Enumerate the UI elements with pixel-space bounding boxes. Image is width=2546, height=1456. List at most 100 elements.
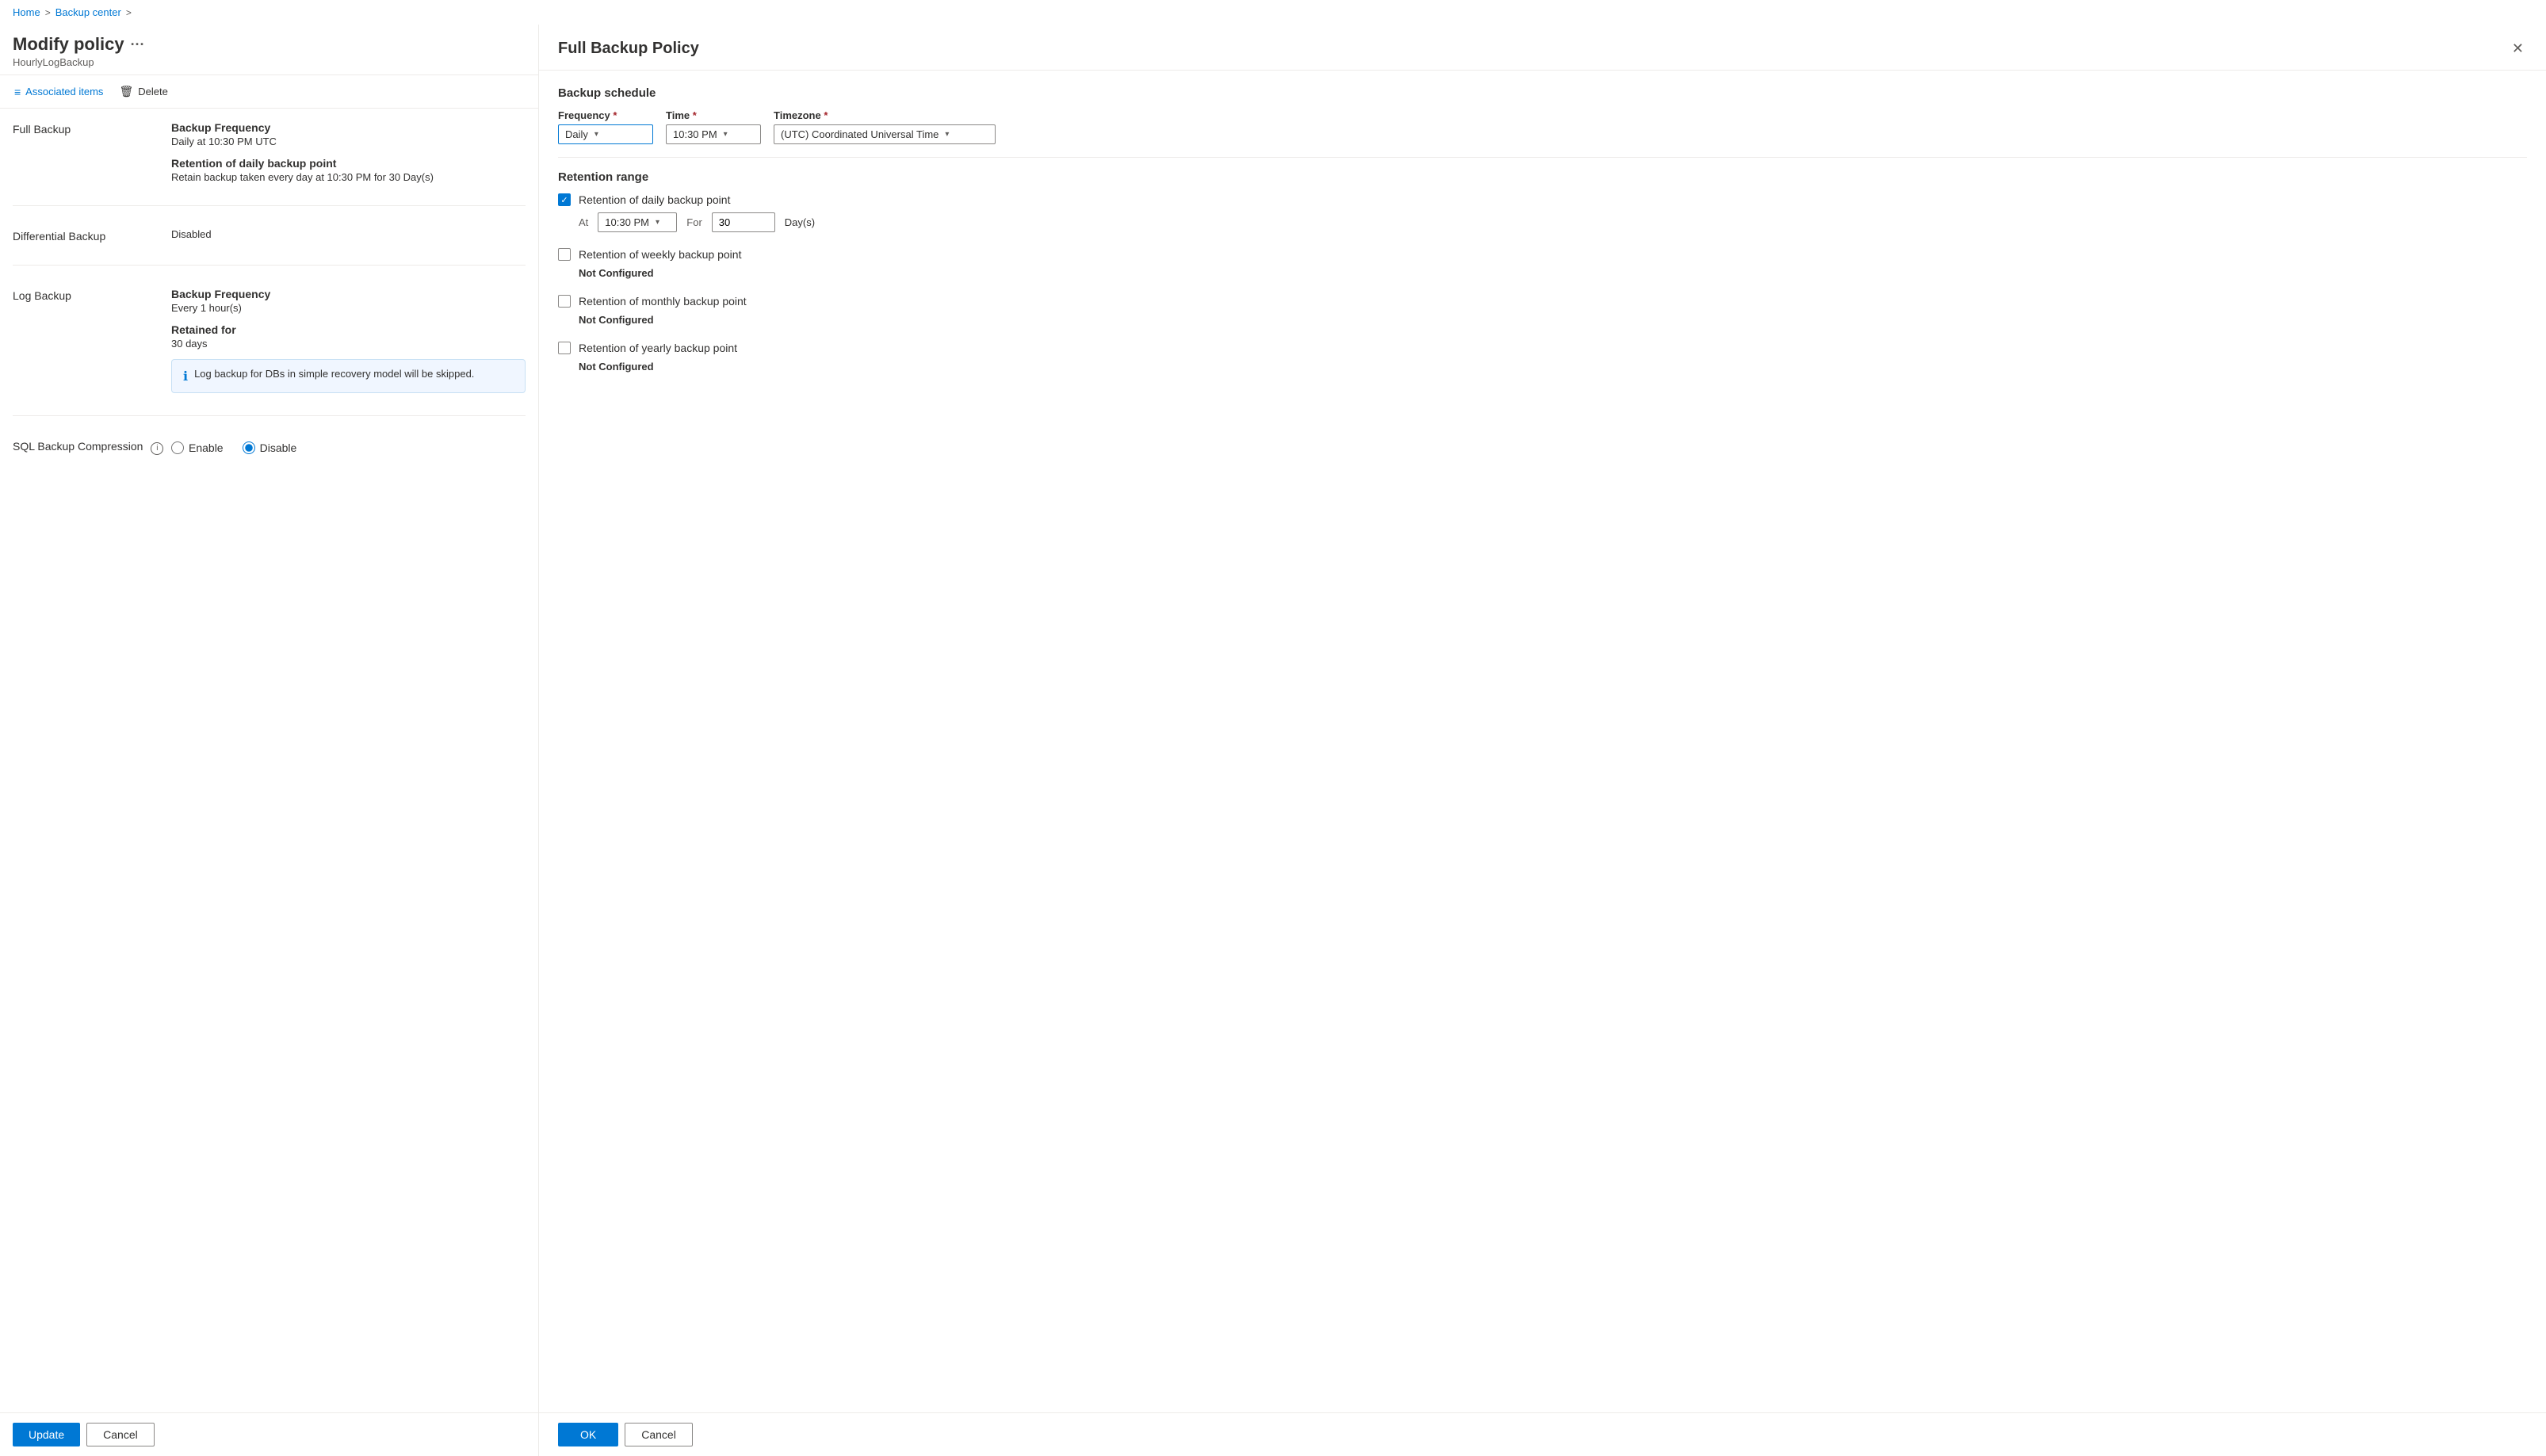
daily-retention-config: At 10:30 PM ▾ For 30 Day(s) <box>579 212 2527 232</box>
disable-radio-option[interactable]: Disable <box>243 441 297 454</box>
page-title-row: Modify policy ··· <box>13 34 526 55</box>
frequency-select[interactable]: Daily ▾ <box>558 124 653 144</box>
monthly-retention-item: Retention of monthly backup point Not Co… <box>558 295 2527 326</box>
log-retained-title: Retained for <box>171 323 526 336</box>
weekly-retention-header: Retention of weekly backup point <box>558 248 2527 261</box>
panel-header: Full Backup Policy ✕ <box>539 25 2546 71</box>
ok-button[interactable]: OK <box>558 1423 618 1446</box>
frequency-group: Frequency * Daily ▾ <box>558 109 653 144</box>
list-icon: ≡ <box>14 86 21 98</box>
left-panel: Modify policy ··· HourlyLogBackup ≡ Asso… <box>0 25 539 1456</box>
left-content: Full Backup Backup Frequency Daily at 10… <box>0 109 538 1412</box>
monthly-retention-header: Retention of monthly backup point <box>558 295 2527 308</box>
yearly-not-configured: Not Configured <box>579 361 2527 373</box>
panel-title: Full Backup Policy <box>558 40 699 58</box>
close-button[interactable]: ✕ <box>2509 37 2527 60</box>
sql-compression-details: Enable Disable <box>171 438 526 455</box>
timezone-select[interactable]: (UTC) Coordinated Universal Time ▾ <box>774 124 996 144</box>
left-cancel-button[interactable]: Cancel <box>86 1423 155 1446</box>
more-options-button[interactable]: ··· <box>131 36 145 53</box>
yearly-checkbox[interactable] <box>558 342 571 354</box>
backup-freq-value: Daily at 10:30 PM UTC <box>171 136 526 147</box>
for-label: For <box>686 216 702 228</box>
right-cancel-button[interactable]: Cancel <box>625 1423 693 1446</box>
differential-backup-section: Differential Backup Disabled <box>13 228 526 266</box>
associated-items-label: Associated items <box>25 86 103 97</box>
delete-button[interactable]: 🗑 Delete <box>117 82 169 101</box>
time-required: * <box>693 109 697 121</box>
breadcrumb-backup-center[interactable]: Backup center <box>55 6 121 18</box>
time-chevron: ▾ <box>724 130 728 139</box>
frequency-label: Frequency * <box>558 109 653 121</box>
page-title: Modify policy <box>13 34 124 55</box>
breadcrumb: Home > Backup center > <box>0 0 2546 25</box>
subtitle: HourlyLogBackup <box>13 56 526 68</box>
enable-radio[interactable] <box>171 441 184 454</box>
log-freq-title: Backup Frequency <box>171 288 526 300</box>
time-group: Time * 10:30 PM ▾ <box>666 109 761 144</box>
frequency-value: Daily <box>565 128 588 140</box>
toolbar: ≡ Associated items 🗑 Delete <box>0 75 538 108</box>
weekly-checkbox[interactable] <box>558 248 571 261</box>
daily-for-input[interactable]: 30 <box>712 212 775 232</box>
breadcrumb-sep1: > <box>45 7 51 18</box>
log-retained-value: 30 days <box>171 338 526 350</box>
log-backup-section: Log Backup Backup Frequency Every 1 hour… <box>13 288 526 416</box>
retention-daily-value: Retain backup taken every day at 10:30 P… <box>171 171 526 183</box>
differential-backup-details: Disabled <box>171 228 526 243</box>
update-button[interactable]: Update <box>13 1423 80 1446</box>
disable-radio[interactable] <box>243 441 255 454</box>
daily-retention-label: Retention of daily backup point <box>579 193 730 206</box>
monthly-retention-label: Retention of monthly backup point <box>579 295 747 308</box>
daily-at-select[interactable]: 10:30 PM ▾ <box>598 212 677 232</box>
associated-items-button[interactable]: ≡ Associated items <box>13 82 105 101</box>
compression-radio-group: Enable Disable <box>171 441 526 454</box>
frequency-required: * <box>613 109 617 121</box>
enable-label: Enable <box>189 441 224 454</box>
right-panel: Full Backup Policy ✕ Backup schedule Fre… <box>539 25 2546 1456</box>
monthly-not-configured: Not Configured <box>579 314 2527 326</box>
disable-label: Disable <box>260 441 297 454</box>
timezone-required: * <box>824 109 828 121</box>
compression-info-icon[interactable]: i <box>151 442 163 455</box>
log-freq-value: Every 1 hour(s) <box>171 302 526 314</box>
daily-days-label: Day(s) <box>785 216 815 228</box>
retention-daily-title: Retention of daily backup point <box>171 157 526 170</box>
full-backup-section: Full Backup Backup Frequency Daily at 10… <box>13 121 526 206</box>
monthly-checkbox[interactable] <box>558 295 571 308</box>
backup-schedule-heading: Backup schedule <box>558 86 2527 100</box>
full-backup-details: Backup Frequency Daily at 10:30 PM UTC R… <box>171 121 526 183</box>
daily-retention-item: ✓ Retention of daily backup point At 10:… <box>558 193 2527 232</box>
time-select[interactable]: 10:30 PM ▾ <box>666 124 761 144</box>
daily-at-value: 10:30 PM <box>605 216 649 228</box>
weekly-retention-label: Retention of weekly backup point <box>579 248 741 261</box>
info-icon: ℹ <box>183 369 188 384</box>
panel-footer: OK Cancel <box>539 1412 2546 1456</box>
weekly-retention-item: Retention of weekly backup point Not Con… <box>558 248 2527 279</box>
differential-status: Disabled <box>171 228 526 240</box>
log-backup-label: Log Backup <box>13 288 171 393</box>
yearly-retention-item: Retention of yearly backup point Not Con… <box>558 342 2527 373</box>
daily-checkbox[interactable]: ✓ <box>558 193 571 206</box>
time-value: 10:30 PM <box>673 128 717 140</box>
timezone-group: Timezone * (UTC) Coordinated Universal T… <box>774 109 996 144</box>
log-info-box: ℹ Log backup for DBs in simple recovery … <box>171 359 526 393</box>
yearly-retention-label: Retention of yearly backup point <box>579 342 737 354</box>
daily-at-chevron: ▾ <box>656 218 659 227</box>
delete-icon: 🗑 <box>119 85 133 98</box>
timezone-label: Timezone * <box>774 109 996 121</box>
enable-radio-option[interactable]: Enable <box>171 441 224 454</box>
breadcrumb-sep2: > <box>126 7 132 18</box>
differential-backup-label: Differential Backup <box>13 228 171 243</box>
at-label: At <box>579 216 588 228</box>
schedule-form-row: Frequency * Daily ▾ Time * 10:30 PM <box>558 109 2527 144</box>
left-header: Modify policy ··· HourlyLogBackup <box>0 25 538 75</box>
daily-retention-header: ✓ Retention of daily backup point <box>558 193 2527 206</box>
timezone-value: (UTC) Coordinated Universal Time <box>781 128 939 140</box>
left-footer: Update Cancel <box>0 1412 538 1456</box>
yearly-retention-header: Retention of yearly backup point <box>558 342 2527 354</box>
retention-range-heading: Retention range <box>558 170 2527 184</box>
log-backup-details: Backup Frequency Every 1 hour(s) Retaine… <box>171 288 526 393</box>
sql-compression-label: SQL Backup Compression i <box>13 438 171 455</box>
breadcrumb-home[interactable]: Home <box>13 6 40 18</box>
